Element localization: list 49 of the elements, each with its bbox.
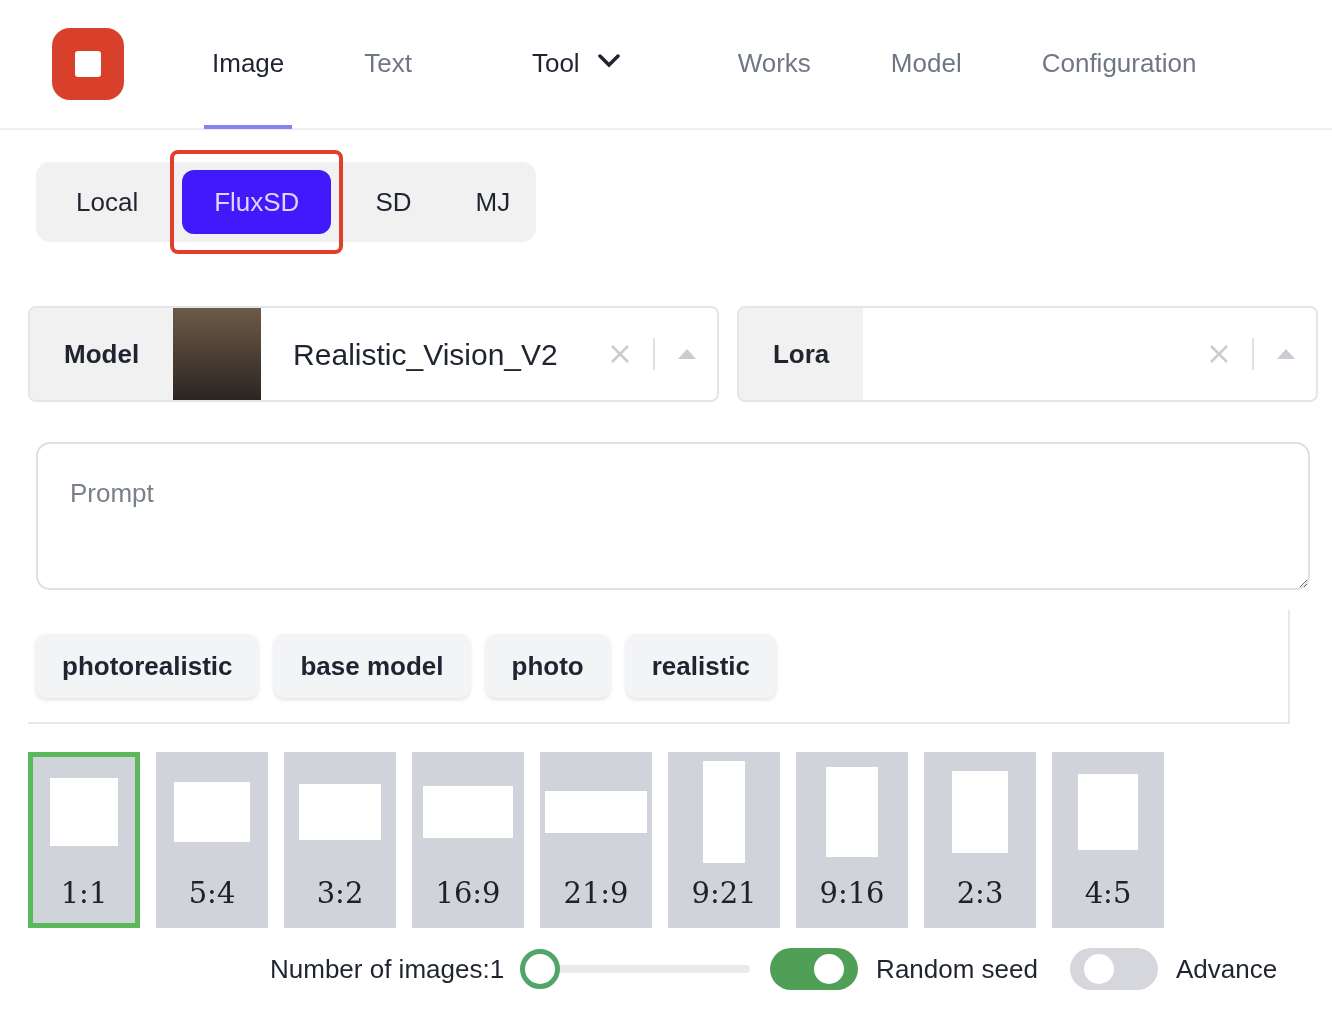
tag-chip[interactable]: photo bbox=[485, 634, 610, 698]
aspect-ratio-option[interactable]: 9:21 bbox=[668, 752, 780, 928]
aspect-ratio-option[interactable]: 21:9 bbox=[540, 752, 652, 928]
tag-chip[interactable]: realistic bbox=[625, 634, 777, 698]
source-tab[interactable]: SD bbox=[343, 170, 444, 234]
model-select[interactable]: Model Realistic_Vision_V2 bbox=[28, 306, 719, 402]
caret-up-icon bbox=[676, 348, 697, 360]
field-label: Lora bbox=[772, 337, 830, 371]
field-label: Model bbox=[64, 337, 140, 371]
nav-tab[interactable]: Image bbox=[204, 1, 293, 129]
lora-select[interactable]: Lora bbox=[736, 306, 1318, 402]
app-logo-icon[interactable] bbox=[52, 28, 124, 100]
nav-tab[interactable]: Text bbox=[356, 1, 420, 129]
ratio-shape-icon bbox=[299, 784, 381, 840]
aspect-ratio-option[interactable]: 2:3 bbox=[924, 752, 1036, 928]
tag-chip[interactable]: photorealistic bbox=[36, 634, 259, 698]
aspect-ratio-option[interactable]: 16:9 bbox=[412, 752, 524, 928]
source-tab[interactable]: FluxSD bbox=[182, 170, 332, 234]
clear-icon[interactable] bbox=[608, 343, 631, 365]
ratio-shape-icon bbox=[423, 786, 513, 838]
ratio-shape-icon bbox=[1078, 774, 1138, 850]
nav-tab[interactable]: Model bbox=[882, 1, 970, 129]
source-tab[interactable]: MJ bbox=[443, 170, 543, 234]
toggle-switch[interactable] bbox=[1070, 948, 1158, 990]
ratio-shape-icon bbox=[952, 771, 1008, 853]
aspect-ratio-option[interactable]: 1:1 bbox=[28, 752, 140, 928]
aspect-ratio-option[interactable]: 3:2 bbox=[284, 752, 396, 928]
aspect-ratio-option[interactable]: 5:4 bbox=[156, 752, 268, 928]
aspect-ratio-option[interactable]: 4:5 bbox=[1052, 752, 1164, 928]
ratio-shape-icon bbox=[50, 778, 118, 846]
toggle-label: Advance bbox=[1176, 952, 1278, 986]
source-tab[interactable]: Local bbox=[44, 170, 171, 234]
slider-label: Number of images:1 bbox=[270, 952, 505, 986]
selected-value: Realistic_Vision_V2 bbox=[293, 336, 559, 373]
nav-tab[interactable]: Works bbox=[729, 1, 819, 129]
toggle-label: Random seed bbox=[876, 952, 1038, 986]
chevron-down-icon bbox=[597, 54, 620, 68]
ratio-shape-icon bbox=[174, 782, 250, 842]
caret-up-icon bbox=[1276, 348, 1296, 360]
dropdown-menu-toggle[interactable]: Tool bbox=[523, 1, 628, 129]
toggle-switch[interactable] bbox=[770, 948, 859, 990]
nav-tab[interactable]: Configuration bbox=[1033, 1, 1205, 129]
aspect-ratio-option[interactable]: 9:16 bbox=[796, 752, 908, 928]
ratio-shape-icon bbox=[545, 791, 647, 833]
prompt-field[interactable]: Prompt bbox=[36, 442, 1310, 590]
ratio-shape-icon bbox=[826, 767, 878, 857]
tag-chip[interactable]: base model bbox=[274, 634, 470, 698]
clear-icon[interactable] bbox=[1208, 343, 1230, 365]
ratio-shape-icon bbox=[703, 761, 745, 863]
